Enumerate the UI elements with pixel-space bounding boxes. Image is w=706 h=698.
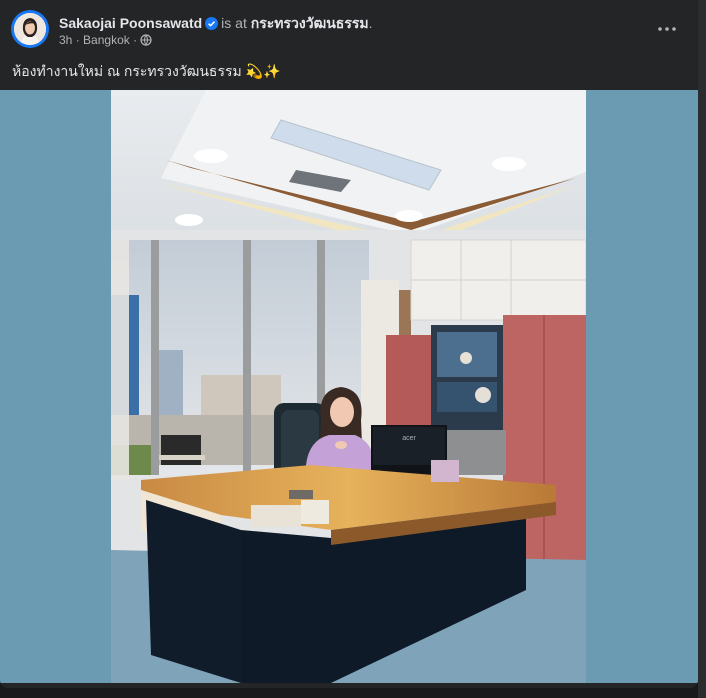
globe-icon: [140, 34, 152, 49]
period: .: [368, 15, 373, 31]
post-header: Sakaojai Poonsawatd is at กระทรวงวัฒนธรรม…: [0, 0, 698, 58]
more-options-button[interactable]: [650, 12, 684, 46]
avatar-photo: [14, 13, 46, 45]
is-at-label: is at: [221, 15, 247, 31]
post-meta: 3h · Bangkok ·: [59, 33, 152, 49]
office-photo[interactable]: acer: [111, 90, 586, 683]
post-time[interactable]: 3h: [59, 33, 72, 47]
verified-badge-icon: [205, 17, 219, 33]
checkin-place[interactable]: กระทรวงวัฒนธรรม: [251, 15, 369, 31]
photo-container: acer: [0, 90, 698, 683]
meta-separator-2: ·: [133, 33, 138, 47]
post-card: Sakaojai Poonsawatd is at กระทรวงวัฒนธรรม…: [0, 0, 698, 688]
more-dots-icon: [658, 27, 676, 31]
caption-emoji: 💫✨: [245, 63, 281, 79]
author-avatar[interactable]: [11, 10, 49, 48]
post-caption: ห้องทำงานใหม่ ณ กระทรวงวัฒนธรรม 💫✨: [12, 61, 281, 83]
meta-separator: ·: [75, 33, 80, 47]
caption-text: ห้องทำงานใหม่ ณ กระทรวงวัฒนธรรม: [12, 63, 242, 79]
page-edge: [698, 0, 706, 698]
post-location[interactable]: Bangkok: [83, 33, 130, 47]
author-line: Sakaojai Poonsawatd is at กระทรวงวัฒนธรรม…: [59, 13, 373, 35]
author-name[interactable]: Sakaojai Poonsawatd: [59, 15, 202, 31]
monitor-brand: acer: [402, 435, 416, 442]
